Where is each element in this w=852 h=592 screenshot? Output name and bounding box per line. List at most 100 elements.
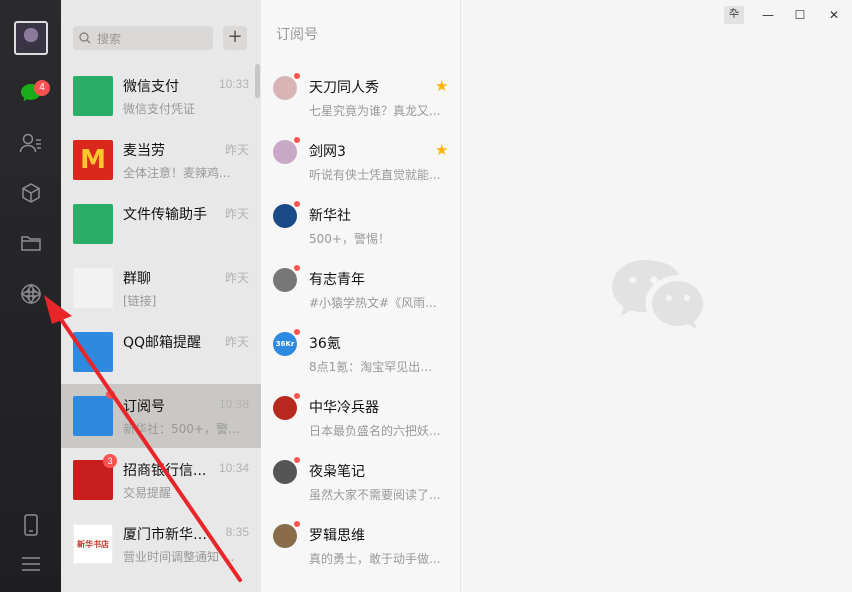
chat-name: 文件传输助手 bbox=[123, 207, 207, 223]
chat-name: 厦门市新华书店 bbox=[123, 527, 219, 543]
chat-name: 微信支付 bbox=[123, 79, 179, 95]
unread-dot bbox=[294, 265, 300, 271]
unread-dot bbox=[294, 521, 300, 527]
close-button[interactable]: ✕ bbox=[824, 6, 844, 24]
subscription-item[interactable]: 夜枭笔记虽然大家不需要阅读了... bbox=[261, 448, 460, 512]
chat-preview: 全体注意！麦辣鸡... bbox=[123, 166, 231, 180]
unread-dot bbox=[294, 137, 300, 143]
pay-icon bbox=[73, 76, 113, 116]
star-icon[interactable]: ★ bbox=[435, 141, 448, 159]
bookstore-logo-icon: 新华书店 bbox=[73, 524, 113, 564]
left-nav-rail: 4 bbox=[0, 0, 61, 592]
chat-name: QQ邮箱提醒 bbox=[123, 335, 202, 351]
subscription-panel: 订阅号 天刀同人秀 七星究竟为谁？真龙又... ★ 剑网3 听说有侠士凭直觉就能... ★… bbox=[261, 0, 461, 592]
file-transfer-icon bbox=[73, 204, 113, 244]
mail-icon bbox=[73, 332, 113, 372]
chat-list-item[interactable]: 3 招商银行信... 10:34 交易提醒 bbox=[61, 448, 261, 512]
subscription-preview: 真的勇士，敢于动手做... bbox=[309, 552, 441, 566]
subscription-item[interactable]: 中华冷兵器日本最负盛名的六把妖... bbox=[261, 384, 460, 448]
subscription-preview: 8点1氪：淘宝罕见出现... bbox=[309, 360, 443, 374]
chat-list-item[interactable]: 新华书店 厦门市新华书店 8:35 营业时间调整通知 ... bbox=[61, 512, 261, 576]
subscription-item[interactable]: 剑网3 听说有侠士凭直觉就能... ★ bbox=[261, 128, 460, 192]
subscription-avatar bbox=[273, 524, 297, 548]
search-placeholder: 搜索 bbox=[97, 31, 122, 46]
contacts-icon[interactable] bbox=[18, 130, 44, 156]
chat-list: 微信支付 10:33 微信支付凭证 M 麦当劳 昨天 全体注意！麦辣鸡... 文件传输助手 昨天… bbox=[61, 64, 261, 576]
folder-icon[interactable] bbox=[18, 230, 44, 256]
chat-time: 10:34 bbox=[218, 461, 249, 475]
subscription-preview: 听说有侠士凭直觉就能... bbox=[309, 168, 441, 182]
chat-list-scrollbar[interactable] bbox=[255, 64, 260, 98]
chat-list-item[interactable]: 微信支付 10:33 微信支付凭证 bbox=[61, 64, 261, 128]
subscription-preview: 七星究竟为谁？真龙又... bbox=[309, 104, 441, 118]
chat-list-item[interactable]: M 麦当劳 昨天全体注意！麦辣鸡... bbox=[61, 128, 261, 192]
phone-icon[interactable] bbox=[18, 512, 44, 538]
subscription-name: 夜枭笔记 bbox=[309, 464, 365, 480]
search-input[interactable]: 搜索 bbox=[73, 26, 213, 50]
subscription-avatar bbox=[273, 140, 297, 164]
subscription-name: 新华社 bbox=[309, 208, 351, 224]
menu-icon[interactable] bbox=[18, 551, 44, 577]
unread-dot bbox=[294, 201, 300, 207]
subscription-avatar bbox=[273, 268, 297, 292]
subscription-item[interactable]: 有志青年 #小猿学热文#《风雨... bbox=[261, 256, 460, 320]
moments-icon[interactable] bbox=[18, 281, 44, 307]
subscription-avatar bbox=[273, 460, 297, 484]
unread-dot bbox=[294, 329, 300, 335]
unread-dot bbox=[294, 73, 300, 79]
main-pane: 卆 — ☐ ✕ bbox=[462, 0, 852, 592]
subscription-preview: 日本最负盛名的六把妖... bbox=[309, 424, 441, 438]
subscription-name: 36氪 bbox=[309, 336, 341, 352]
chat-time: 昨天 bbox=[224, 143, 249, 157]
minimize-button[interactable]: — bbox=[758, 6, 778, 24]
chat-list-item[interactable]: 文件传输助手 昨天 bbox=[61, 192, 261, 256]
subscription-list: 天刀同人秀 七星究竟为谁？真龙又... ★ 剑网3 听说有侠士凭直觉就能... ★ 新华社 5… bbox=[261, 64, 460, 576]
chat-time: 10:38 bbox=[218, 397, 249, 411]
chat-time: 8:35 bbox=[225, 525, 249, 539]
pin-button[interactable]: 卆 bbox=[724, 6, 744, 24]
chat-list-item[interactable]: 群聊 昨天 [链接] bbox=[61, 256, 261, 320]
subscription-icon bbox=[73, 396, 113, 436]
chat-name: 麦当劳 bbox=[123, 143, 165, 159]
subscription-preview: 虽然大家不需要阅读了... bbox=[309, 488, 441, 502]
star-icon[interactable]: ★ bbox=[435, 77, 448, 95]
chat-list-item[interactable]: 订阅号 10:38 新华社：500+，警... bbox=[61, 384, 261, 448]
chat-list-item[interactable]: QQ邮箱提醒 昨天 bbox=[61, 320, 261, 384]
subscription-name: 罗辑思维 bbox=[309, 528, 365, 544]
subscription-name: 剑网3 bbox=[309, 144, 346, 160]
subscription-item[interactable]: 36Kr 36氪 8点1氪：淘宝罕见出现... bbox=[261, 320, 460, 384]
subscription-name: 中华冷兵器 bbox=[309, 400, 379, 416]
subscription-title: 订阅号 bbox=[276, 27, 318, 43]
group-avatar-icon bbox=[73, 268, 113, 308]
wechat-logo-icon bbox=[612, 260, 703, 329]
unread-dot bbox=[294, 457, 300, 463]
mcdonalds-logo-icon: M bbox=[73, 140, 113, 180]
user-avatar[interactable] bbox=[14, 21, 48, 55]
chat-unread-badge: 4 bbox=[34, 80, 50, 96]
add-button[interactable]: + bbox=[223, 26, 247, 50]
chat-preview: [链接] bbox=[123, 294, 157, 308]
search-icon bbox=[79, 32, 91, 44]
subscription-avatar bbox=[273, 396, 297, 420]
chat-preview: 交易提醒 bbox=[123, 486, 172, 500]
subscription-preview: 500+，警惕！ bbox=[309, 232, 390, 246]
chat-preview: 微信支付凭证 bbox=[123, 102, 196, 116]
chat-time: 昨天 bbox=[224, 207, 249, 221]
chat-name: 订阅号 bbox=[123, 399, 165, 415]
subscription-item[interactable]: 天刀同人秀 七星究竟为谁？真龙又... ★ bbox=[261, 64, 460, 128]
unread-dot bbox=[106, 390, 115, 399]
chat-list-panel: 搜索 + 微信支付 10:33 微信支付凭证 M 麦当劳 昨天 全体注意！麦辣鸡... 文件传… bbox=[61, 0, 261, 592]
chat-name: 群聊 bbox=[123, 271, 151, 287]
subscription-item[interactable]: 罗辑思维真的勇士，敢于动手做... bbox=[261, 512, 460, 576]
subscription-name: 有志青年 bbox=[309, 272, 365, 288]
chat-name: 招商银行信... bbox=[123, 463, 207, 479]
maximize-button[interactable]: ☐ bbox=[790, 6, 810, 24]
subscription-avatar: 36Kr bbox=[273, 332, 297, 356]
chat-time: 10:33 bbox=[218, 77, 249, 91]
unread-badge: 3 bbox=[103, 454, 117, 468]
subscription-avatar bbox=[273, 76, 297, 100]
cube-icon[interactable] bbox=[18, 180, 44, 206]
subscription-avatar bbox=[273, 204, 297, 228]
subscription-item[interactable]: 新华社 500+，警惕！ bbox=[261, 192, 460, 256]
chat-preview: 新华社：500+，警... bbox=[123, 422, 240, 436]
